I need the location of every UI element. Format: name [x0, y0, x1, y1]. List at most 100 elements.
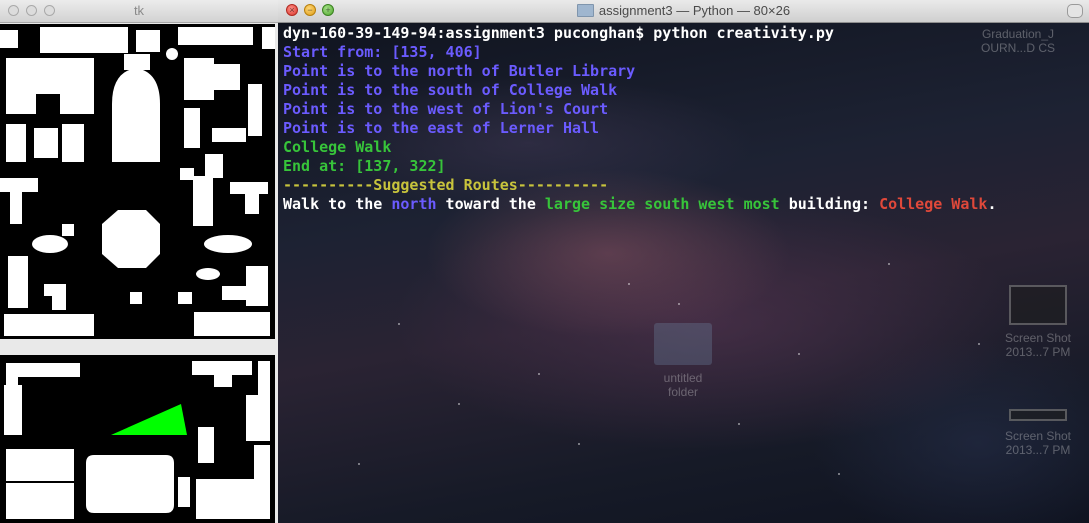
terminal-output-line: Start from: [135, 406]	[283, 43, 996, 62]
map-building	[184, 58, 214, 100]
map-building	[205, 154, 223, 178]
map-building	[6, 124, 26, 162]
terminal-window: × − + assignment3 — Python — 80×26 Gradu…	[278, 0, 1089, 523]
desktop-screenshot-2-label-1: Screen Shot	[1004, 429, 1072, 443]
terminal-text-segment: Point is to the east of Lerner Hall	[283, 119, 600, 137]
map-building	[194, 312, 270, 336]
terminal-text-segment: dyn-160-39-149-94:assignment3 puconghan$…	[283, 24, 834, 42]
map-building	[4, 385, 22, 435]
terminal-text-segment: End at: [137, 322]	[283, 157, 446, 175]
desktop-screenshot-1[interactable]: Screen Shot 2013...7 PM	[998, 285, 1078, 359]
map-building	[178, 477, 190, 507]
map-building	[222, 286, 246, 300]
map-building	[62, 124, 84, 162]
map-building	[6, 58, 94, 94]
terminal-text-segment: College Walk	[283, 138, 392, 156]
map-building	[136, 30, 160, 52]
map-building	[178, 27, 253, 45]
terminal-titlebar[interactable]: × − + assignment3 — Python — 80×26	[278, 0, 1089, 23]
map-building	[184, 108, 200, 148]
toolbar-toggle-icon[interactable]	[1067, 4, 1083, 18]
map-building	[0, 30, 18, 48]
screenshot-thumbnail-icon	[1009, 285, 1067, 325]
terminal-text-segment: Point is to the north of Butler Library	[283, 62, 636, 80]
terminal-text-segment: large size south west most	[544, 195, 780, 213]
map-building	[196, 479, 270, 519]
map-building	[214, 375, 232, 387]
terminal-text-segment: Point is to the west of Lion's Court	[283, 100, 609, 118]
terminal-output-line: Point is to the south of College Walk	[283, 81, 996, 100]
map-building	[6, 363, 18, 385]
terminal-output-line: Point is to the east of Lerner Hall	[283, 119, 996, 138]
folder-icon	[576, 4, 594, 17]
map-building	[102, 210, 160, 268]
route-canvas[interactable]	[0, 355, 275, 523]
terminal-title-text: assignment3 — Python — 80×26	[598, 3, 791, 18]
map-building	[193, 176, 213, 226]
map-building	[8, 256, 28, 308]
map-building	[60, 94, 94, 114]
map-building	[204, 235, 252, 253]
map-building	[86, 455, 174, 513]
terminal-text-segment: College Walk	[879, 195, 988, 213]
map-building	[214, 64, 240, 90]
map-building	[34, 128, 58, 158]
terminal-text-segment: north	[391, 195, 437, 213]
terminal-output-line: Point is to the west of Lion's Court	[283, 100, 996, 119]
map-building	[32, 235, 68, 253]
map-building	[112, 68, 160, 162]
map-building	[124, 54, 150, 70]
map-building	[166, 48, 178, 60]
map-building	[52, 288, 66, 310]
terminal-text-segment: toward the	[436, 195, 545, 213]
terminal-command-line: dyn-160-39-149-94:assignment3 puconghan$…	[283, 24, 996, 43]
terminal-output-line: ----------Suggested Routes----------	[283, 176, 996, 195]
map-building	[178, 292, 192, 304]
tk-window-title: tk	[133, 3, 145, 18]
desktop-folder-label-2: folder	[667, 385, 699, 399]
map-building	[262, 27, 275, 49]
desktop-screenshot-2-label-2: 2013...7 PM	[1005, 443, 1071, 457]
folder-icon	[654, 323, 712, 365]
map-building	[246, 266, 268, 306]
map-building	[180, 168, 194, 180]
map-building	[62, 224, 74, 236]
map-building	[212, 128, 246, 142]
map-building	[245, 184, 259, 214]
desktop-screenshot-1-label-1: Screen Shot	[1004, 331, 1072, 345]
tk-titlebar[interactable]: tk	[0, 0, 278, 23]
terminal-content[interactable]: Graduation_J OURN...D CS untitled folder…	[278, 23, 1089, 523]
desktop-folder-untitled[interactable]: untitled folder	[648, 323, 718, 399]
terminal-title: assignment3 — Python — 80×26	[278, 3, 1089, 18]
map-building	[254, 445, 270, 481]
terminal-output-line: College Walk	[283, 138, 996, 157]
terminal-output-line: Point is to the north of Butler Library	[283, 62, 996, 81]
terminal-output: dyn-160-39-149-94:assignment3 puconghan$…	[283, 24, 996, 214]
terminal-text-segment: ----------Suggested Routes----------	[283, 176, 609, 194]
map-building	[246, 395, 266, 441]
map-building	[4, 314, 94, 336]
map-building	[192, 361, 252, 375]
terminal-text-segment: Point is to the south of College Walk	[283, 81, 618, 99]
map-building	[40, 27, 128, 53]
desktop-screenshot-1-label-2: 2013...7 PM	[1005, 345, 1071, 359]
map-building	[196, 268, 220, 280]
map-building	[198, 427, 214, 463]
map-building	[10, 184, 22, 224]
map-building	[6, 94, 36, 114]
terminal-text-segment: Walk to the	[283, 195, 392, 213]
map-building	[248, 84, 262, 136]
map-building	[6, 449, 74, 481]
tk-window: tk	[0, 0, 279, 523]
desktop-folder-label-1: untitled	[663, 371, 703, 385]
terminal-output-line: End at: [137, 322]	[283, 157, 996, 176]
screenshot-thumbnail-icon	[1009, 409, 1067, 421]
terminal-text-segment: .	[987, 195, 997, 213]
map-building	[130, 292, 142, 304]
terminal-text-segment: building:	[779, 195, 880, 213]
terminal-text-segment: Start from: [135, 406]	[283, 43, 482, 61]
map-building	[6, 483, 74, 519]
terminal-output-line: Walk to the north toward the large size …	[283, 195, 996, 214]
desktop-screenshot-2[interactable]: Screen Shot 2013...7 PM	[998, 409, 1078, 457]
campus-map-canvas[interactable]	[0, 24, 275, 339]
